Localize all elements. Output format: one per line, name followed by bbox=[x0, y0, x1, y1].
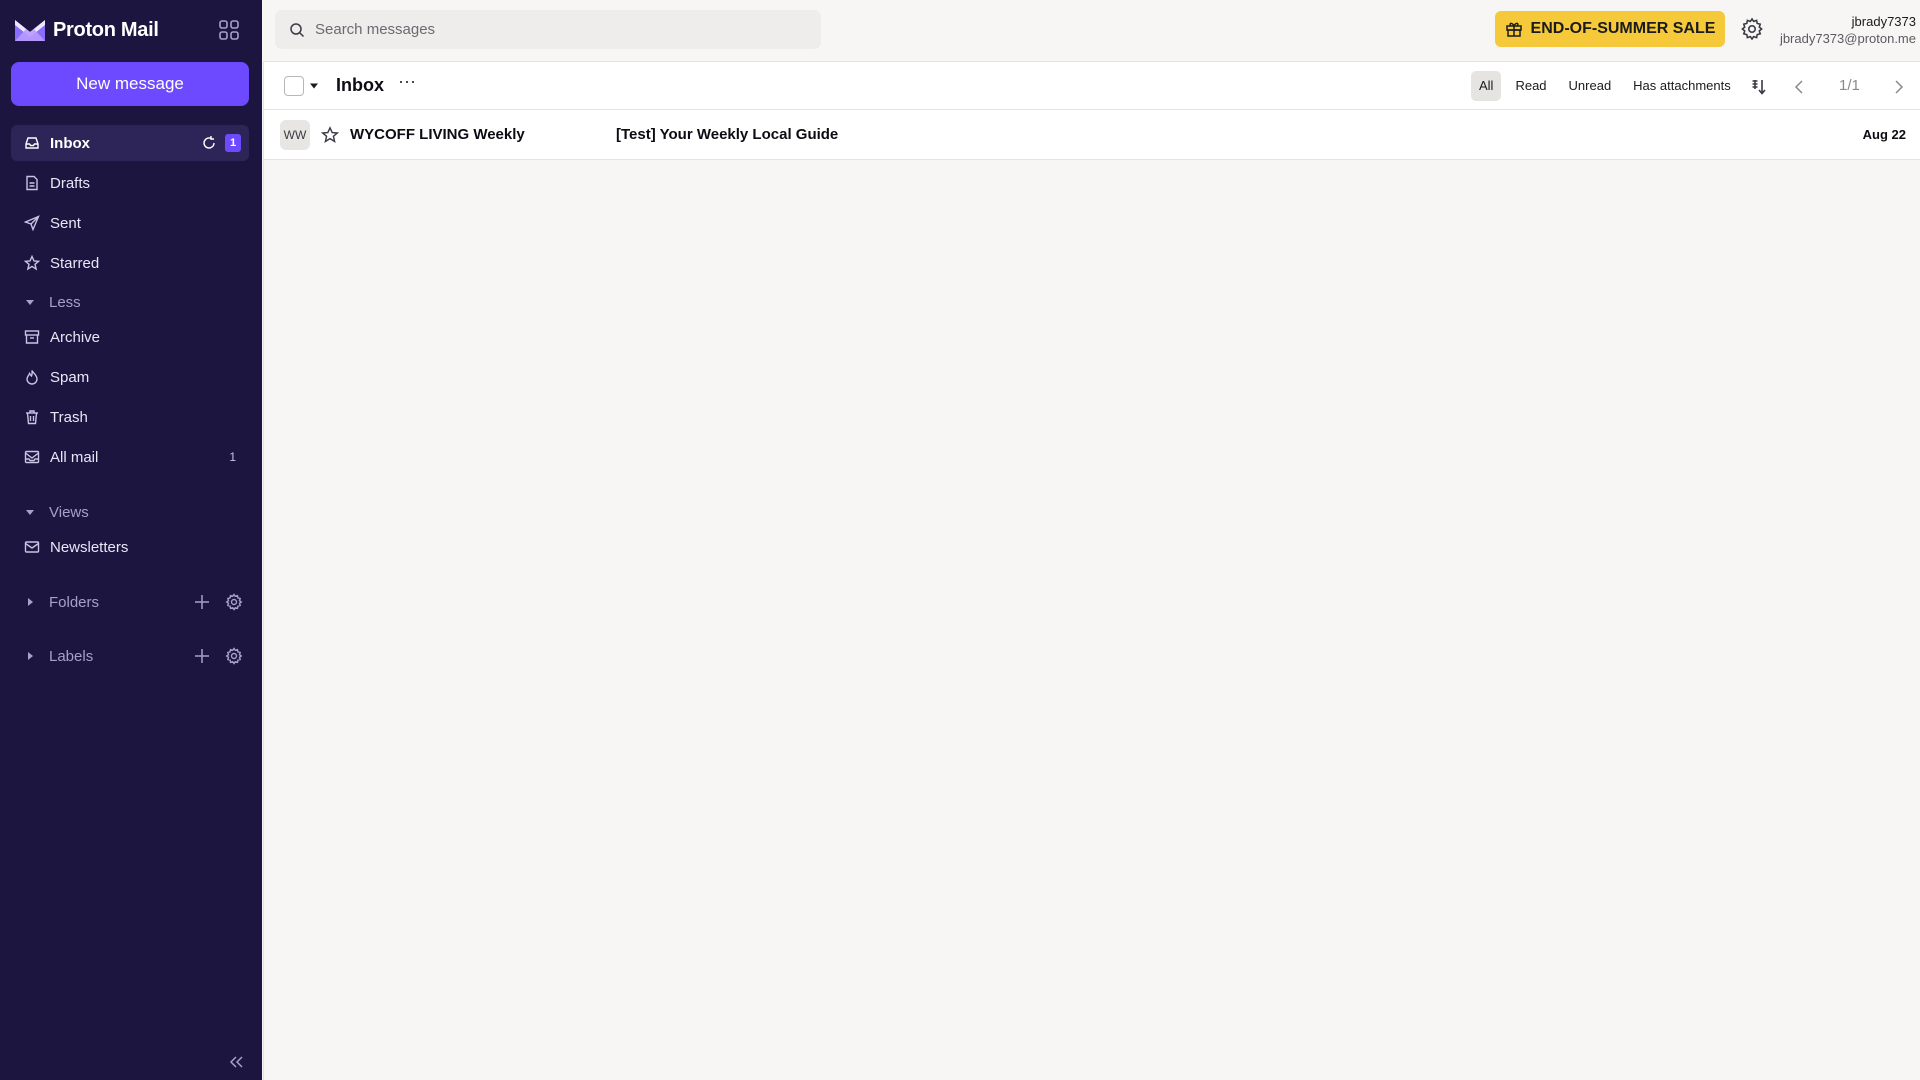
caret-right-icon bbox=[28, 652, 33, 660]
caret-down-icon bbox=[26, 300, 34, 305]
filter-group: All Read Unread Has attachments bbox=[1471, 71, 1745, 101]
sidebar-item-label: Drafts bbox=[50, 174, 91, 192]
star-icon[interactable] bbox=[321, 126, 339, 144]
refresh-icon[interactable] bbox=[201, 135, 217, 151]
search-bar[interactable] bbox=[275, 10, 821, 49]
all-mail-count: 1 bbox=[229, 450, 236, 464]
sidebar: Proton Mail New message Inbox 1 Drafts S… bbox=[0, 0, 262, 1080]
sidebar-item-archive[interactable]: Archive bbox=[11, 319, 249, 355]
unread-badge: 1 bbox=[225, 134, 241, 152]
more-options-button[interactable]: ⋯ bbox=[398, 72, 417, 93]
star-icon bbox=[24, 255, 40, 271]
sidebar-item-starred[interactable]: Starred bbox=[11, 245, 249, 281]
sort-icon[interactable] bbox=[1751, 78, 1767, 96]
filter-all[interactable]: All bbox=[1471, 71, 1502, 101]
views-label: Views bbox=[49, 503, 89, 521]
new-message-button[interactable]: New message bbox=[11, 62, 249, 106]
filter-has-attachments[interactable]: Has attachments bbox=[1625, 71, 1739, 101]
search-input[interactable] bbox=[315, 21, 795, 38]
message-sender: WYCOFF LIVING Weekly bbox=[350, 126, 525, 143]
folders-toggle[interactable]: Folders bbox=[11, 585, 249, 619]
add-label-icon[interactable] bbox=[193, 647, 211, 665]
views-toggle[interactable]: Views bbox=[11, 495, 249, 529]
sidebar-item-label: Starred bbox=[50, 254, 100, 272]
sent-icon bbox=[24, 215, 40, 231]
sidebar-item-label: Sent bbox=[50, 214, 81, 232]
sidebar-nav: Inbox 1 Drafts Sent Starred Less Archive… bbox=[11, 125, 249, 673]
sender-avatar[interactable]: WW bbox=[280, 120, 310, 150]
sidebar-item-label: Trash bbox=[50, 408, 88, 426]
sidebar-item-newsletters[interactable]: Newsletters bbox=[11, 529, 249, 565]
select-all-checkbox[interactable] bbox=[284, 76, 304, 96]
spam-icon bbox=[24, 369, 40, 385]
proton-logo-icon bbox=[15, 20, 45, 41]
message-row[interactable]: WW WYCOFF LIVING Weekly [Test] Your Week… bbox=[264, 110, 1920, 160]
labels-toggle[interactable]: Labels bbox=[11, 639, 249, 673]
user-email: jbrady7373@proton.me bbox=[1779, 31, 1916, 46]
message-list-toolbar: Inbox ⋯ All Read Unread Has attachments … bbox=[264, 62, 1920, 110]
trash-icon bbox=[24, 409, 40, 425]
chevron-left-icon[interactable] bbox=[1794, 80, 1804, 94]
page-indicator: 1/1 bbox=[1839, 77, 1860, 94]
message-subject: [Test] Your Weekly Local Guide bbox=[616, 126, 839, 143]
sidebar-item-label: Spam bbox=[50, 368, 90, 386]
sidebar-item-all-mail[interactable]: All mail 1 bbox=[11, 439, 249, 475]
sidebar-item-sent[interactable]: Sent bbox=[11, 205, 249, 241]
sidebar-item-label: Inbox bbox=[50, 134, 90, 152]
sidebar-item-label: Newsletters bbox=[50, 538, 129, 556]
message-list-panel: Inbox ⋯ All Read Unread Has attachments … bbox=[263, 61, 1920, 1080]
newsletter-icon bbox=[24, 539, 40, 555]
apps-grid-icon[interactable] bbox=[218, 19, 240, 41]
filter-read[interactable]: Read bbox=[1507, 71, 1554, 101]
less-label: Less bbox=[49, 293, 81, 311]
all-mail-icon bbox=[24, 449, 40, 465]
user-account-menu[interactable]: jbrady7373 jbrady7373@proton.me bbox=[1780, 13, 1916, 47]
sidebar-item-trash[interactable]: Trash bbox=[11, 399, 249, 435]
caret-down-icon bbox=[26, 510, 34, 515]
sidebar-item-drafts[interactable]: Drafts bbox=[11, 165, 249, 201]
add-folder-icon[interactable] bbox=[193, 593, 211, 611]
less-toggle[interactable]: Less bbox=[11, 285, 249, 319]
sidebar-item-label: All mail bbox=[50, 448, 99, 466]
folders-label: Folders bbox=[49, 593, 100, 611]
inbox-icon bbox=[24, 135, 40, 151]
caret-right-icon bbox=[28, 598, 33, 606]
label-settings-gear-icon[interactable] bbox=[225, 647, 243, 665]
chevron-right-icon[interactable] bbox=[1894, 80, 1904, 94]
sale-button[interactable]: END-OF-SUMMER SALE bbox=[1495, 11, 1725, 47]
folder-settings-gear-icon[interactable] bbox=[225, 593, 243, 611]
drafts-icon bbox=[24, 175, 40, 191]
filter-unread[interactable]: Unread bbox=[1561, 71, 1620, 101]
user-name: jbrady7373 bbox=[1851, 14, 1916, 29]
sidebar-item-spam[interactable]: Spam bbox=[11, 359, 249, 395]
collapse-sidebar-icon[interactable] bbox=[226, 1054, 246, 1070]
labels-actions bbox=[193, 647, 243, 665]
select-dropdown-caret-icon[interactable] bbox=[309, 82, 319, 90]
folder-title: Inbox bbox=[336, 75, 384, 95]
brand-name: Proton Mail bbox=[53, 18, 159, 41]
sidebar-item-inbox[interactable]: Inbox 1 bbox=[11, 125, 249, 161]
message-date: Aug 22 bbox=[1862, 127, 1906, 142]
sidebar-item-label: Archive bbox=[50, 328, 101, 346]
folders-actions bbox=[193, 593, 243, 611]
gift-icon bbox=[1505, 22, 1522, 37]
sale-label: END-OF-SUMMER SALE bbox=[1530, 20, 1716, 37]
settings-gear-icon[interactable] bbox=[1740, 17, 1764, 41]
labels-label: Labels bbox=[49, 647, 94, 665]
search-icon bbox=[290, 22, 305, 37]
logo: Proton Mail bbox=[14, 14, 250, 46]
archive-icon bbox=[24, 329, 40, 345]
